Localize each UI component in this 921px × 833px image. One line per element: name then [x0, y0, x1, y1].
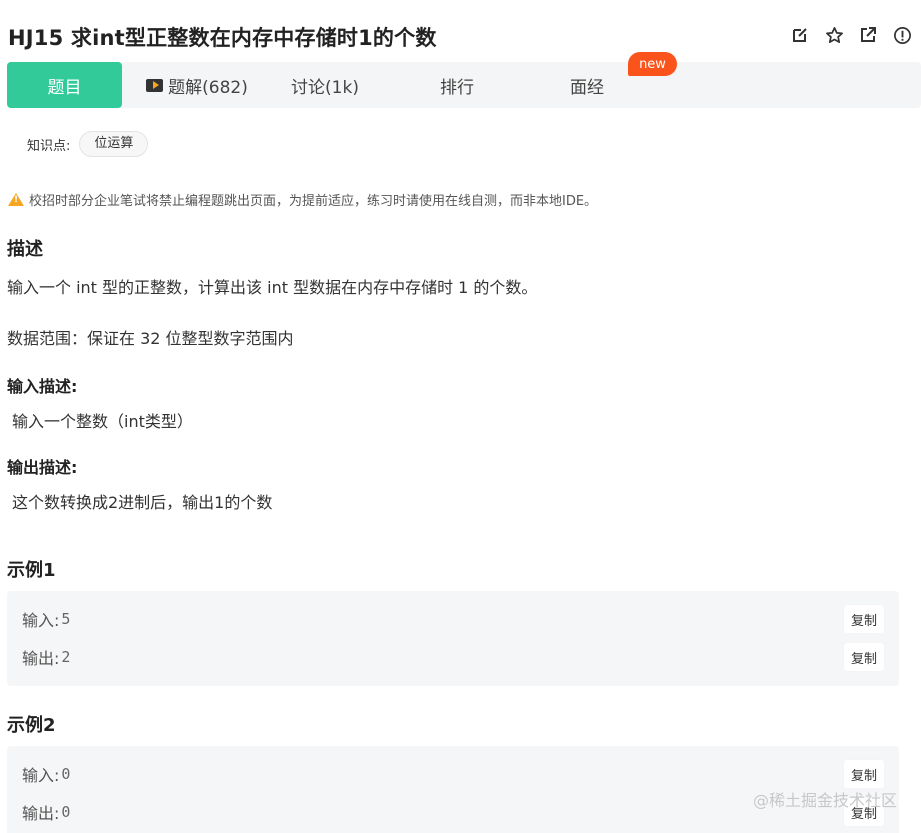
tab-label: 题解(682) — [168, 77, 248, 98]
example-output-row: 输出: 2 复制 — [22, 643, 884, 671]
problem-header: HJ15 求int型正整数在内存中存储时1的个数 — [8, 18, 913, 54]
copy-input-button[interactable]: 复制 — [843, 760, 884, 788]
input-value: 5 — [61, 610, 71, 628]
example-heading: 示例1 — [7, 560, 56, 581]
example-box: 输入: 5 复制 输出: 2 复制 — [7, 591, 899, 686]
data-range-text: 数据范围：保证在 32 位整型数字范围内 — [7, 329, 294, 348]
info-icon[interactable] — [891, 24, 913, 46]
knowledge-points: 知识点: 位运算 — [27, 131, 149, 157]
problem-tabs: 题目 题解(682) 讨论(1k) 排行 面经 — [7, 62, 921, 108]
new-badge: new — [628, 52, 677, 76]
input-value: 0 — [61, 765, 71, 783]
tab-label: 面经 — [570, 77, 604, 98]
output-label: 输出: — [22, 649, 60, 668]
share-icon[interactable] — [857, 24, 879, 46]
output-desc-heading: 输出描述: — [7, 458, 78, 477]
page-title: HJ15 求int型正整数在内存中存储时1的个数 — [8, 26, 437, 50]
input-desc-heading: 输入描述: — [7, 377, 78, 396]
output-value: 2 — [61, 648, 71, 666]
tab-ranking[interactable]: 排行 — [412, 62, 502, 108]
tab-label: 排行 — [440, 77, 474, 98]
output-desc-text: 这个数转换成2进制后，输出1的个数 — [12, 493, 273, 512]
tab-label: 讨论(1k) — [291, 77, 359, 98]
exam-warning: 校招时部分企业笔试将禁止编程题跳出页面，为提前适应，练习时请使用在线自测，而非本… — [8, 190, 597, 209]
input-label: 输入: — [22, 611, 60, 630]
edit-icon[interactable] — [789, 24, 811, 46]
tab-problem[interactable]: 题目 — [7, 62, 122, 108]
output-label: 输出: — [22, 804, 60, 823]
warning-icon — [8, 193, 24, 206]
copy-output-button[interactable]: 复制 — [843, 643, 884, 671]
example-input-row: 输入: 5 复制 — [22, 605, 884, 633]
description-heading: 描述 — [7, 239, 43, 260]
example-input-row: 输入: 0 复制 — [22, 760, 884, 788]
video-play-icon — [146, 78, 164, 92]
input-label: 输入: — [22, 766, 60, 785]
tab-discussion[interactable]: 讨论(1k) — [275, 62, 375, 108]
copy-input-button[interactable]: 复制 — [843, 605, 884, 633]
tab-solutions[interactable]: 题解(682) — [137, 62, 257, 108]
header-actions — [789, 24, 913, 46]
warning-text: 校招时部分企业笔试将禁止编程题跳出页面，为提前适应，练习时请使用在线自测，而非本… — [29, 194, 598, 209]
example-heading: 示例2 — [7, 715, 56, 736]
tab-interview[interactable]: 面经 — [542, 62, 632, 108]
watermark: @稀土掘金技术社区 — [752, 791, 897, 810]
input-desc-text: 输入一个整数（int类型） — [12, 412, 193, 431]
star-icon[interactable] — [823, 24, 845, 46]
tab-label: 题目 — [47, 77, 82, 98]
knowledge-tag[interactable]: 位运算 — [79, 131, 149, 157]
output-value: 0 — [61, 803, 71, 821]
knowledge-label: 知识点: — [27, 138, 71, 154]
description-text: 输入一个 int 型的正整数，计算出该 int 型数据在内存中存储时 1 的个数… — [7, 278, 538, 297]
